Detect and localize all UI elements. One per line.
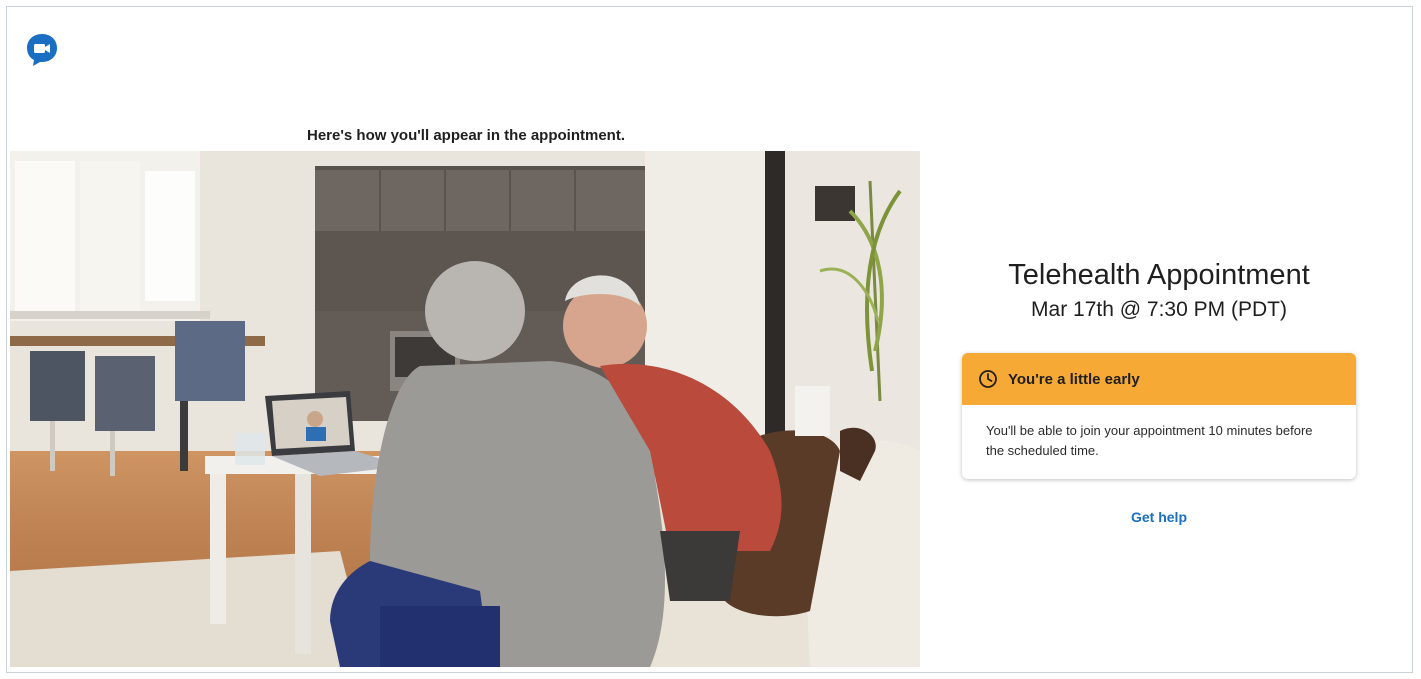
app-frame: Here's how you'll appear in the appointm… bbox=[6, 6, 1413, 673]
early-notice-body: You'll be able to join your appointment … bbox=[986, 423, 1313, 458]
get-help-link[interactable]: Get help bbox=[957, 509, 1361, 525]
appointment-title: Telehealth Appointment bbox=[1008, 259, 1310, 291]
early-notice-heading: You're a little early bbox=[1008, 370, 1140, 388]
video-chat-bubble-icon bbox=[27, 34, 57, 66]
appointment-panel: Telehealth Appointment Mar 17th @ 7:30 P… bbox=[957, 257, 1361, 525]
appointment-datetime: Mar 17th @ 7:30 PM (PDT) bbox=[1031, 298, 1287, 321]
camera-preview-image bbox=[10, 151, 920, 667]
early-notice-card: You're a little early You'll be able to … bbox=[962, 353, 1356, 479]
preview-caption: Here's how you'll appear in the appointm… bbox=[306, 127, 625, 144]
clock-icon bbox=[979, 370, 997, 388]
early-notice-header: You're a little early bbox=[962, 353, 1356, 405]
camera-preview bbox=[10, 151, 920, 667]
